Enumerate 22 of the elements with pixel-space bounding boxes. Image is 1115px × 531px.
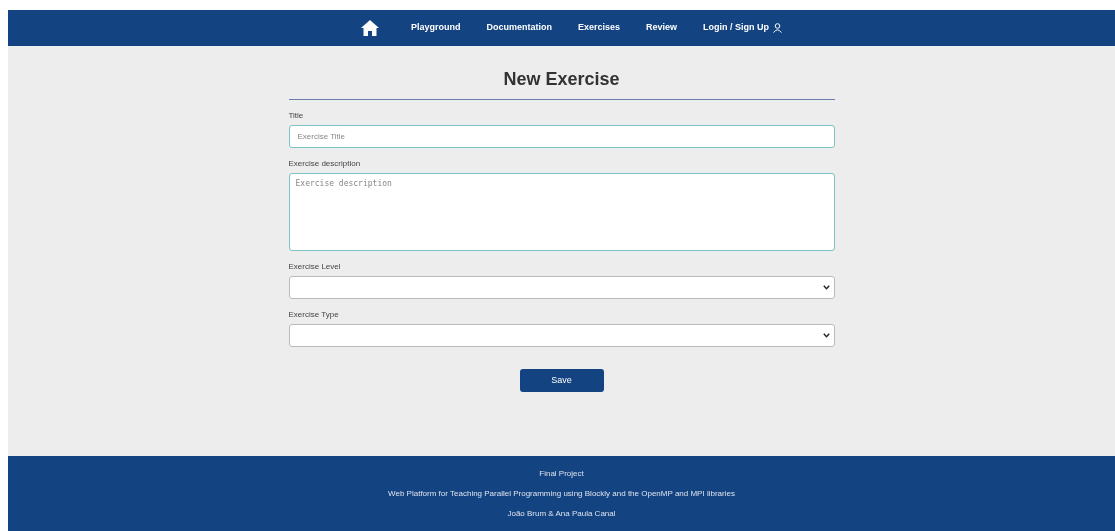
description-textarea[interactable]: Exercise description [288,173,835,251]
footer-text: Web Platform for Teaching Parallel Programming using Blockly and the OpenMP and MPI libraries [388,487,735,500]
login-link[interactable]: Login / Sign Up [703,21,783,35]
save-button[interactable]: Save [519,369,604,392]
nav-link[interactable]: Playground [410,21,461,35]
field-label: Exercise Level [288,261,341,273]
select-dropdown[interactable] [288,324,835,347]
nav-link[interactable]: Exercises [577,21,620,35]
title-input[interactable]: Exercise Title [288,125,835,148]
footer-text: João Brum & Ana Paula Canal [507,507,616,520]
user-icon [773,23,783,33]
chevron-icon [822,333,830,338]
home-icon[interactable] [360,20,379,36]
nav-link[interactable]: Review [646,21,678,35]
chevron-icon [822,285,830,290]
page-title: New Exercise [502,68,621,91]
select-dropdown[interactable] [288,276,835,299]
footer-text: Final Project [539,467,584,480]
field-label: Exercise description [288,158,361,170]
field-label: Title [288,110,304,122]
nav-link[interactable]: Documentation [486,21,552,35]
field-label: Exercise Type [288,309,339,321]
